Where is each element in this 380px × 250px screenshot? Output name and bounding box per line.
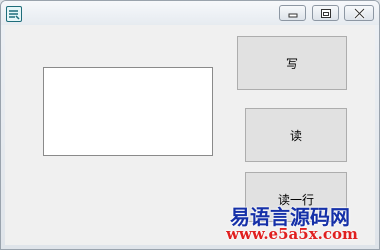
read-line-button[interactable]: 读一行 — [245, 172, 347, 222]
app-icon[interactable] — [6, 6, 22, 22]
write-button[interactable]: 写 — [237, 36, 347, 90]
client-area: 写 读 读一行 — [5, 25, 375, 245]
title-bar[interactable] — [1, 1, 379, 25]
read-button[interactable]: 读 — [245, 108, 347, 162]
app-window: 写 读 读一行 — [0, 0, 380, 250]
edit-box[interactable] — [43, 67, 213, 156]
close-button[interactable] — [344, 5, 374, 21]
maximize-button[interactable] — [312, 5, 339, 21]
minimize-button[interactable] — [279, 5, 306, 21]
